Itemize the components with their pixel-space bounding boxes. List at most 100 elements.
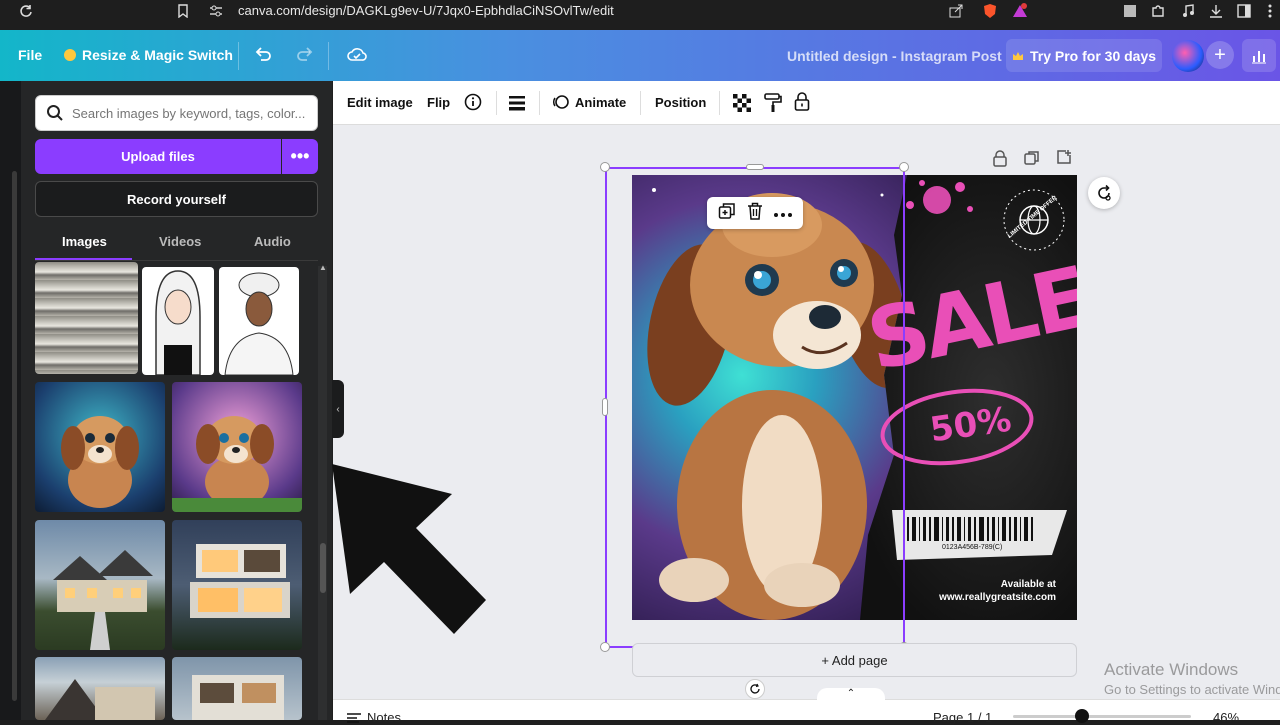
tabs-divider xyxy=(35,260,318,261)
border-style-icon[interactable] xyxy=(508,95,526,114)
try-pro-label: Try Pro for 30 days xyxy=(1029,47,1157,64)
refresh-icon[interactable] xyxy=(745,679,765,699)
paint-roller-icon[interactable] xyxy=(764,93,782,116)
animate-button[interactable]: Animate xyxy=(575,95,626,110)
uploads-panel: Upload files ••• Record yourself Images … xyxy=(21,81,332,720)
brave-shield-icon[interactable] xyxy=(982,3,998,19)
search-icon xyxy=(47,105,63,121)
transparency-icon[interactable] xyxy=(733,94,751,115)
lock-page-icon[interactable] xyxy=(992,150,1008,173)
page-indicator[interactable]: Page 1 / 1 xyxy=(933,710,992,725)
site-settings-icon[interactable] xyxy=(208,3,224,19)
selection-frame xyxy=(605,167,905,648)
panel-scroll-thumb[interactable] xyxy=(320,543,326,593)
address-bar-url[interactable]: canva.com/design/DAGKLg9ev-U/7Jqx0-Epbhd… xyxy=(238,3,614,18)
puzzle-icon[interactable] xyxy=(1150,3,1166,19)
position-button[interactable]: Position xyxy=(655,95,706,110)
uploaded-image-puppy[interactable] xyxy=(172,382,302,512)
browser-bar-gap xyxy=(0,22,1280,30)
download-icon[interactable] xyxy=(1208,3,1224,19)
add-page-button[interactable]: + Add page xyxy=(632,643,1077,677)
barcode-number: 0123A456B-789(C) xyxy=(942,544,1003,551)
uploaded-image[interactable] xyxy=(142,267,214,375)
edit-image-button[interactable]: Edit image xyxy=(347,95,413,110)
chevron-up-icon: ⌃ xyxy=(846,688,856,699)
more-options-icon[interactable] xyxy=(773,204,792,222)
info-icon[interactable] xyxy=(464,93,482,114)
sidebar-toggle-icon[interactable] xyxy=(1236,3,1252,19)
tab-images[interactable]: Images xyxy=(62,234,107,249)
uploaded-image-house[interactable] xyxy=(35,520,165,650)
divider xyxy=(496,91,497,115)
redo-icon[interactable] xyxy=(294,44,316,66)
bookmark-icon[interactable] xyxy=(175,3,191,19)
nav-scrollbar[interactable] xyxy=(12,171,17,701)
zoom-level[interactable]: 46% xyxy=(1213,710,1239,725)
upload-more-button[interactable]: ••• xyxy=(282,139,318,174)
add-page-icon[interactable] xyxy=(1056,149,1072,170)
design-title[interactable]: Untitled design - Instagram Post xyxy=(787,48,1002,64)
context-toolbar: Edit image Flip Animate Position xyxy=(333,81,1280,125)
try-pro-button[interactable]: Try Pro for 30 days xyxy=(1006,39,1162,72)
flip-button[interactable]: Flip xyxy=(427,95,450,110)
crown-icon xyxy=(64,49,76,61)
zoom-slider-handle[interactable] xyxy=(1075,709,1089,723)
resize-handle-top-left[interactable] xyxy=(600,162,610,172)
resize-handle-bottom-left[interactable] xyxy=(600,642,610,652)
share-icon[interactable] xyxy=(948,3,964,19)
pointer-arrow-annotation xyxy=(332,464,486,634)
animate-icon[interactable] xyxy=(552,93,570,114)
browser-bar: canva.com/design/DAGKLg9ev-U/7Jqx0-Epbhd… xyxy=(0,0,1280,22)
cloud-saved-icon[interactable] xyxy=(346,44,368,66)
menu-icon[interactable] xyxy=(1262,3,1278,19)
resize-handle-left[interactable] xyxy=(602,398,608,416)
uploaded-image[interactable] xyxy=(35,262,138,374)
element-quick-actions xyxy=(707,197,803,229)
uploaded-image-puppy[interactable] xyxy=(35,382,165,512)
show-pages-toggle[interactable]: ⌃ xyxy=(817,688,885,702)
reload-icon[interactable] xyxy=(18,3,34,19)
status-bar: ⌃ Notes Page 1 / 1 46% xyxy=(333,688,1280,725)
lock-icon[interactable] xyxy=(794,92,810,115)
resize-handle-top[interactable] xyxy=(746,164,764,170)
available-at-text: Available at xyxy=(1000,579,1056,590)
notes-label: Notes xyxy=(367,710,401,725)
crown-icon xyxy=(1012,51,1023,60)
rotate-icon xyxy=(1098,184,1111,201)
search-box[interactable] xyxy=(35,95,318,131)
media-icon[interactable] xyxy=(1180,3,1196,19)
avatar[interactable] xyxy=(1172,40,1204,72)
uploaded-image[interactable] xyxy=(219,267,299,375)
tab-audio[interactable]: Audio xyxy=(254,234,291,249)
website-text: www.reallygreatsite.com xyxy=(939,592,1056,603)
duplicate-icon[interactable] xyxy=(718,202,736,225)
extension-icon[interactable] xyxy=(1122,3,1138,19)
activate-windows-subtitle: Go to Settings to activate Windows. xyxy=(1104,682,1280,697)
uploaded-image-house[interactable] xyxy=(172,520,302,650)
left-nav-strip xyxy=(0,81,21,720)
resize-button[interactable]: Resize & Magic Switch xyxy=(64,47,233,63)
rotate-button[interactable] xyxy=(1088,177,1120,209)
upload-files-button[interactable]: Upload files xyxy=(35,139,281,174)
duplicate-page-icon[interactable] xyxy=(1024,150,1040,171)
undo-icon[interactable] xyxy=(252,44,274,66)
analytics-icon[interactable] xyxy=(1242,39,1276,72)
activate-windows-title: Activate Windows xyxy=(1104,660,1239,679)
search-input[interactable] xyxy=(72,105,312,121)
uploaded-image-house[interactable] xyxy=(35,657,165,720)
notes-button[interactable]: Notes xyxy=(347,710,401,725)
uploaded-image-house[interactable] xyxy=(172,657,302,720)
divider xyxy=(719,91,720,115)
rewards-icon[interactable] xyxy=(1012,3,1028,19)
resize-handle-top-right[interactable] xyxy=(899,162,909,172)
add-collaborator-button[interactable]: + xyxy=(1206,41,1234,69)
delete-icon[interactable] xyxy=(747,202,763,225)
collapse-panel-button[interactable]: ‹ xyxy=(332,380,344,438)
tab-videos[interactable]: Videos xyxy=(159,234,201,249)
panel-scrollbar[interactable] xyxy=(318,266,327,720)
zoom-slider[interactable] xyxy=(1013,715,1191,718)
scroll-up-icon[interactable]: ▲ xyxy=(319,264,327,272)
divider xyxy=(640,91,641,115)
record-yourself-button[interactable]: Record yourself xyxy=(35,181,318,217)
file-menu-button[interactable]: File xyxy=(18,47,42,63)
